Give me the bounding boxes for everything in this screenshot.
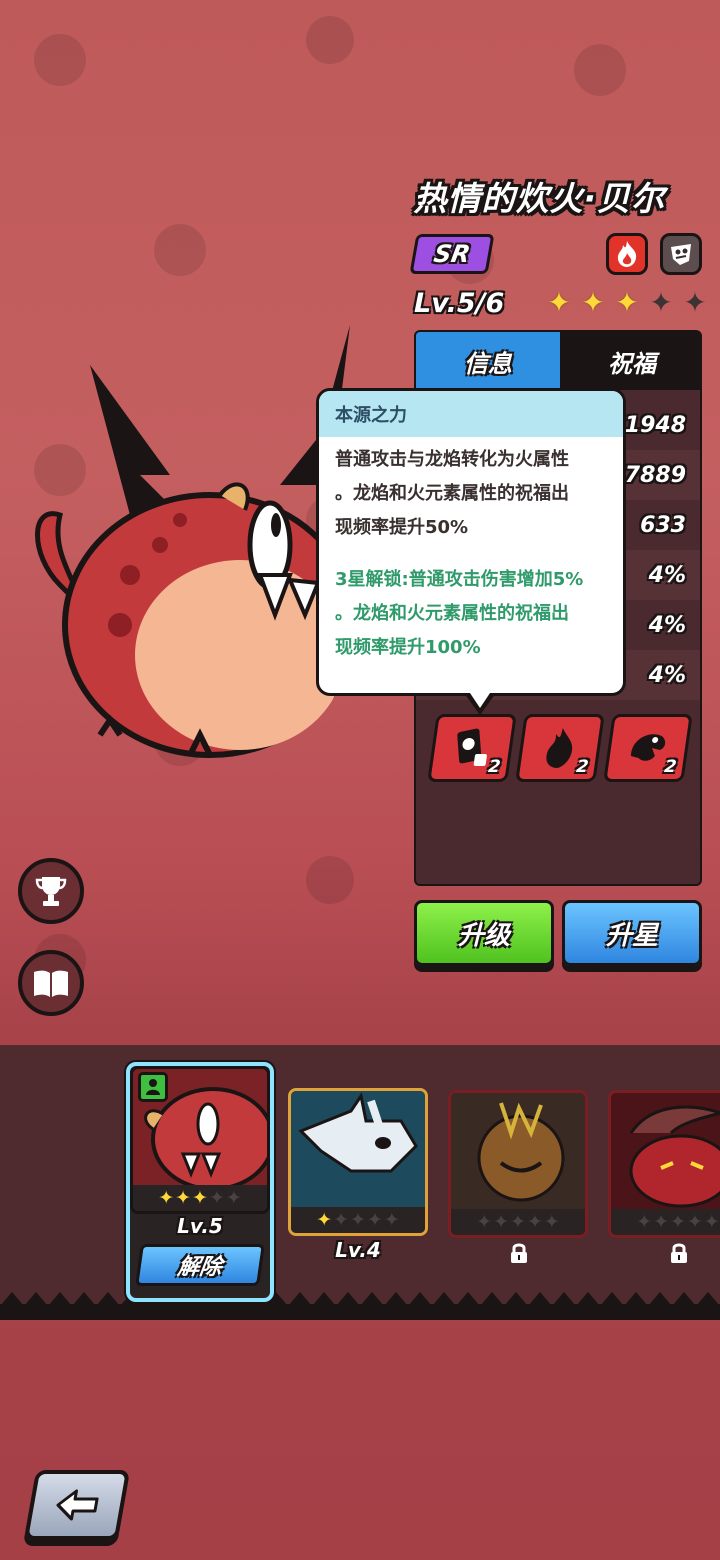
skill-tooltip: 本源之力 普通攻击与龙焰转化为火属性 。龙焰和火元素属性的祝福出 现频率提升50… [316, 388, 626, 715]
upgrade-button[interactable]: 升级 [414, 900, 554, 966]
bone-dragon-portrait [291, 1091, 425, 1207]
star-filled-icon: ✦ [175, 1187, 192, 1209]
lock-icon [671, 1243, 687, 1263]
team-member-icon [138, 1072, 168, 1102]
tab-info[interactable]: 信息 [416, 332, 560, 390]
back-button[interactable] [23, 1470, 131, 1540]
roster-card-bone-dragon[interactable]: ✦ ✦ ✦ ✦ ✦ [288, 1088, 428, 1236]
horned-demon-portrait [611, 1093, 720, 1209]
hero-level: Lv.5/6 [414, 288, 505, 319]
roster-card-pumpkin-beast[interactable]: ✦ ✦ ✦ ✦ ✦ [448, 1090, 588, 1238]
star-empty-icon: ✦ [526, 1211, 543, 1233]
star-empty-icon: ✦ [653, 1211, 670, 1233]
pumpkin-beast-portrait [451, 1093, 585, 1209]
card-stars: ✦ ✦ ✦ ✦ ✦ [451, 1209, 585, 1235]
unequip-button[interactable]: 解除 [135, 1244, 265, 1286]
tooltip-line: 普通攻击与龙焰转化为火属性 [335, 449, 569, 470]
star-empty-icon: ✦ [208, 1187, 225, 1209]
star-empty-icon: ✦ [683, 286, 707, 319]
back-arrow-icon [56, 1489, 99, 1521]
dark-element-icon[interactable] [660, 233, 702, 275]
tooltip-pointer [464, 690, 496, 715]
star-empty-icon: ✦ [366, 1209, 383, 1231]
fire-element-icon[interactable] [606, 233, 648, 275]
hero-stars: ✦ ✦ ✦ ✦ ✦ [544, 288, 710, 318]
tooltip-unlock-line: 现频率提升100% [335, 637, 481, 658]
hero-dragon-illustration [35, 325, 358, 758]
star-empty-icon: ✦ [476, 1211, 493, 1233]
trophy-button[interactable] [18, 858, 84, 924]
book-button[interactable] [18, 950, 84, 1016]
skill-count: 2 [487, 757, 502, 777]
tab-blessing[interactable]: 祝福 [560, 332, 700, 390]
card-level: Lv.4 [335, 1238, 381, 1262]
star-empty-icon: ✦ [703, 1211, 720, 1233]
rarity-badge: SR [409, 234, 495, 274]
star-empty-icon: ✦ [350, 1209, 366, 1231]
star-empty-icon: ✦ [686, 1211, 703, 1233]
star-empty-icon: ✦ [383, 1209, 400, 1231]
skill-count: 2 [575, 757, 590, 777]
star-empty-icon: ✦ [225, 1187, 242, 1209]
star-empty-icon: ✦ [670, 1211, 686, 1233]
star-empty-icon: ✦ [649, 286, 673, 319]
star-filled-icon: ✦ [547, 286, 571, 319]
tooltip-unlock-line: 3星解锁:普通攻击伤害增加5% [335, 569, 584, 590]
card-level: Lv.5 [177, 1214, 223, 1238]
trophy-icon [35, 877, 67, 906]
star-empty-icon: ✦ [636, 1211, 653, 1233]
card-stars: ✦ ✦ ✦ ✦ ✦ [611, 1209, 720, 1235]
tooltip-title: 本源之力 [319, 391, 623, 437]
star-filled-icon: ✦ [316, 1209, 333, 1231]
skill-count: 2 [663, 757, 678, 777]
roster-card-horned-demon[interactable]: ✦ ✦ ✦ ✦ ✦ [608, 1090, 720, 1238]
star-filled-icon: ✦ [615, 286, 639, 319]
card-stars: ✦ ✦ ✦ ✦ ✦ [291, 1207, 425, 1233]
star-empty-icon: ✦ [510, 1211, 526, 1233]
hero-name: 热情的炊火·贝尔 [413, 179, 665, 218]
lock-icon [511, 1243, 527, 1263]
star-empty-icon: ✦ [543, 1211, 560, 1233]
card-stars: ✦ ✦ ✦ ✦ ✦ [133, 1185, 267, 1211]
book-icon [34, 970, 68, 997]
tooltip-line: 现频率提升50% [335, 517, 469, 538]
star-filled-icon: ✦ [192, 1187, 208, 1209]
star-filled-icon: ✦ [158, 1187, 175, 1209]
star-empty-icon: ✦ [493, 1211, 510, 1233]
tooltip-line: 。龙焰和火元素属性的祝福出 [335, 483, 569, 504]
star-empty-icon: ✦ [333, 1209, 350, 1231]
skill-slot-dragon[interactable]: 2 [603, 714, 693, 782]
skill-slot-flame[interactable]: 2 [515, 714, 605, 782]
tooltip-unlock-line: 。龙焰和火元素属性的祝福出 [335, 603, 569, 624]
skill-slot-card[interactable]: 2 [427, 714, 517, 782]
star-up-button[interactable]: 升星 [562, 900, 702, 966]
star-filled-icon: ✦ [581, 286, 605, 319]
roster-border-spikes [0, 1292, 720, 1320]
